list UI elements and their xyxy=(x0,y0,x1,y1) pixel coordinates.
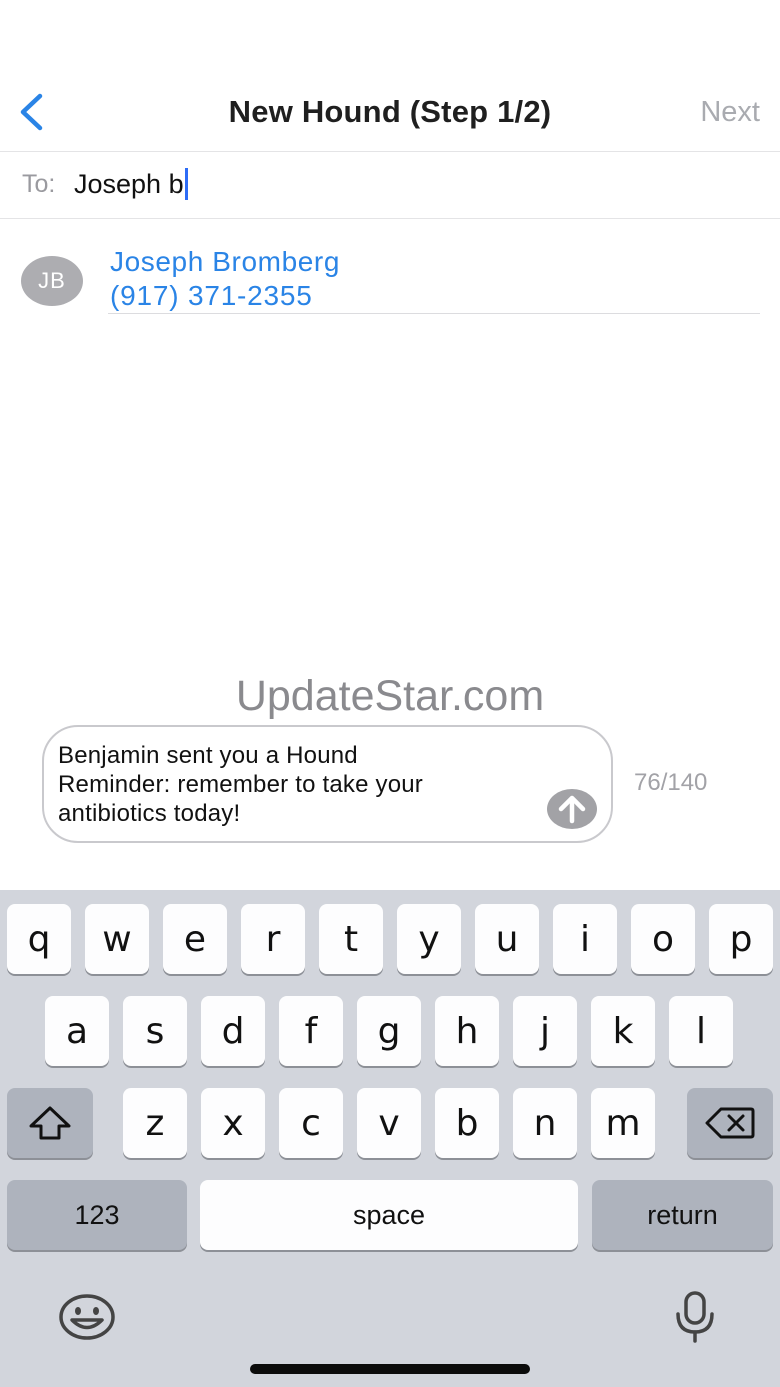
watermark: UpdateStar.com xyxy=(235,672,545,720)
to-label: To: xyxy=(22,170,56,198)
avatar: JB xyxy=(21,256,83,306)
key-e[interactable]: e xyxy=(163,904,227,974)
key-z[interactable]: z xyxy=(123,1088,187,1158)
key-t[interactable]: t xyxy=(319,904,383,974)
key-x[interactable]: x xyxy=(201,1088,265,1158)
arrow-up-icon xyxy=(558,795,586,824)
contact-suggestion[interactable]: JB Joseph Bromberg (917) 371-2355 xyxy=(0,240,780,316)
key-a[interactable]: a xyxy=(45,996,109,1066)
message-input[interactable]: Benjamin sent you a Hound Reminder: reme… xyxy=(42,725,613,843)
contact-name: Joseph Bromberg xyxy=(110,246,341,277)
key-k[interactable]: k xyxy=(591,996,655,1066)
key-q[interactable]: q xyxy=(7,904,71,974)
text-cursor xyxy=(184,168,188,200)
key-j[interactable]: j xyxy=(513,996,577,1066)
message-text: Benjamin sent you a Hound Reminder: reme… xyxy=(58,742,424,827)
page-title: New Hound (Step 1/2) xyxy=(228,94,552,129)
recipient-input[interactable]: Joseph b xyxy=(74,168,188,200)
emoji-button[interactable] xyxy=(58,1293,116,1346)
microphone-icon xyxy=(676,1291,714,1343)
key-c[interactable]: c xyxy=(279,1088,343,1158)
key-y[interactable]: y xyxy=(397,904,461,974)
key-g[interactable]: g xyxy=(357,996,421,1066)
key-l[interactable]: l xyxy=(669,996,733,1066)
character-counter: 76/140 xyxy=(634,769,708,796)
key-d[interactable]: d xyxy=(201,996,265,1066)
delete-key[interactable] xyxy=(687,1088,773,1158)
key-r[interactable]: r xyxy=(241,904,305,974)
shift-icon xyxy=(29,1106,71,1140)
send-button[interactable] xyxy=(547,789,597,829)
key-m[interactable]: m xyxy=(591,1088,655,1158)
key-v[interactable]: v xyxy=(357,1088,421,1158)
return-key[interactable]: return xyxy=(592,1180,773,1250)
contact-phone: (917) 371-2355 xyxy=(110,280,313,311)
key-i[interactable]: i xyxy=(553,904,617,974)
divider xyxy=(108,313,760,314)
dictation-button[interactable] xyxy=(672,1290,718,1349)
key-b[interactable]: b xyxy=(435,1088,499,1158)
key-f[interactable]: f xyxy=(279,996,343,1066)
key-p[interactable]: p xyxy=(709,904,773,974)
key-s[interactable]: s xyxy=(123,996,187,1066)
keyboard: qwertyuiop asdfghjkl zxcvbnm 123 space r… xyxy=(0,890,780,1387)
key-w[interactable]: w xyxy=(85,904,149,974)
recipient-input-value: Joseph b xyxy=(74,168,184,199)
key-o[interactable]: o xyxy=(631,904,695,974)
numbers-key[interactable]: 123 xyxy=(7,1180,187,1250)
key-h[interactable]: h xyxy=(435,996,499,1066)
shift-key[interactable] xyxy=(7,1088,93,1158)
recipient-row[interactable]: To: Joseph b xyxy=(0,152,780,218)
next-button[interactable]: Next xyxy=(700,96,760,129)
home-indicator xyxy=(250,1364,530,1374)
backspace-icon xyxy=(705,1107,755,1139)
key-u[interactable]: u xyxy=(475,904,539,974)
navigation-bar: New Hound (Step 1/2) Next xyxy=(0,70,780,154)
divider xyxy=(0,218,780,219)
space-key[interactable]: space xyxy=(200,1180,578,1250)
emoji-icon xyxy=(59,1294,115,1340)
key-n[interactable]: n xyxy=(513,1088,577,1158)
